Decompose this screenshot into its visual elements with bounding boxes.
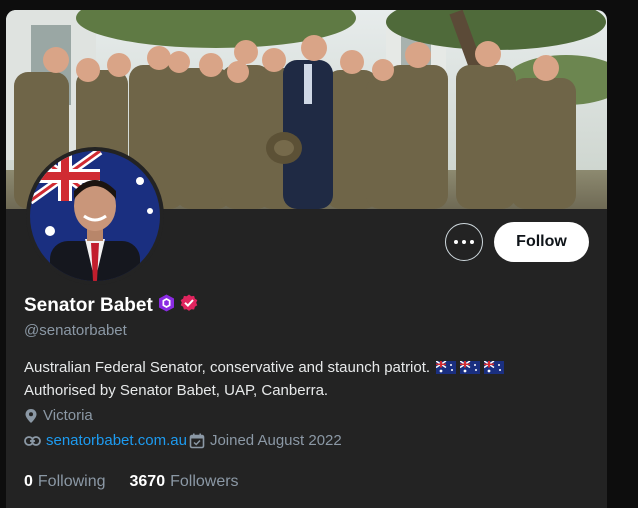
website-link[interactable]: senatorbabet.com.au — [46, 432, 187, 449]
more-options-button[interactable] — [445, 223, 483, 261]
display-name-row: Senator Babet — [24, 294, 198, 317]
followers-stat[interactable]: 3670 Followers — [130, 473, 239, 491]
australian-flag-icon — [435, 359, 457, 380]
profile-bio: Australian Federal Senator, conservative… — [24, 357, 584, 401]
location-text: Victoria — [43, 407, 93, 424]
more-options-icon — [452, 240, 476, 244]
display-name: Senator Babet — [24, 294, 153, 316]
calendar-icon — [189, 433, 205, 449]
profile-location: Victoria — [24, 407, 93, 424]
following-count: 0 — [24, 473, 33, 490]
hexagon-verified-icon[interactable] — [158, 294, 175, 317]
profile-meta-row: senatorbabet.com.au Joined August 2022 — [24, 432, 342, 449]
location-pin-icon — [24, 408, 38, 424]
australian-flag-icon — [459, 359, 481, 380]
followers-label: Followers — [170, 473, 239, 490]
profile-card: Follow Senator Babet @senatorbabet Austr… — [6, 10, 607, 508]
profile-stats: 0 Following 3670 Followers — [24, 473, 263, 491]
profile-handle: @senatorbabet — [24, 322, 127, 339]
link-icon — [24, 435, 41, 447]
following-stat[interactable]: 0 Following — [24, 473, 106, 491]
bio-line-2: Authorised by Senator Babet, UAP, Canber… — [24, 382, 329, 399]
follow-button[interactable]: Follow — [494, 222, 589, 262]
bio-line-1: Australian Federal Senator, conservative… — [24, 359, 431, 376]
profile-avatar[interactable] — [26, 147, 164, 285]
following-label: Following — [37, 473, 106, 490]
red-verified-icon[interactable] — [180, 294, 198, 317]
followers-count: 3670 — [129, 473, 166, 490]
joined-date: Joined August 2022 — [209, 432, 342, 449]
australian-flag-icon — [483, 359, 505, 380]
